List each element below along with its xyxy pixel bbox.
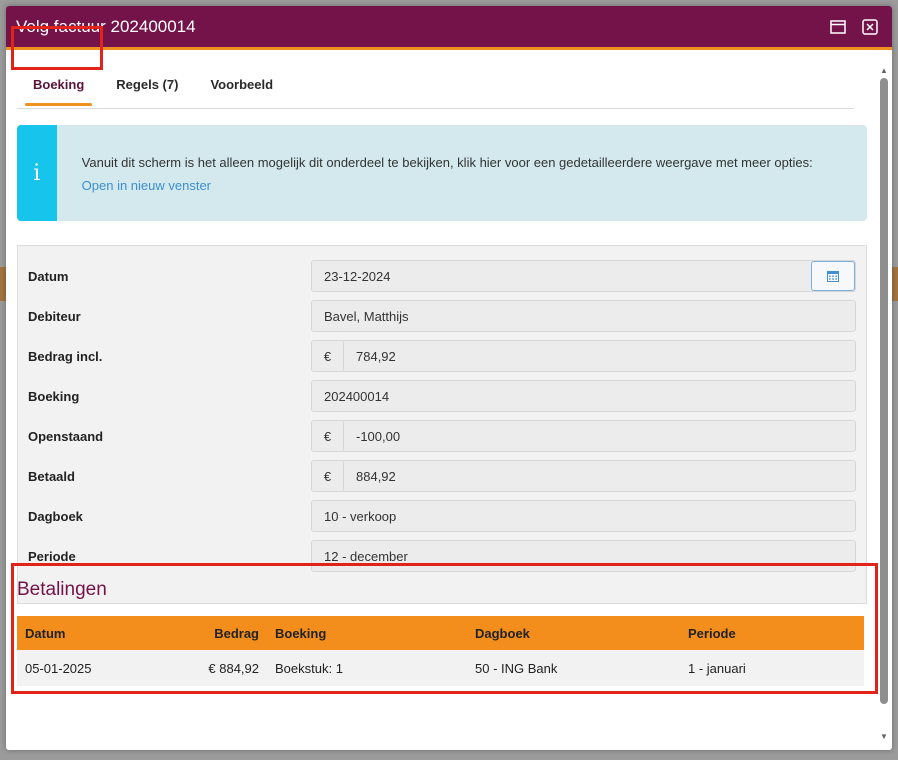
debiteur-label: Debiteur <box>28 308 81 324</box>
row-boeking: Boeking 202400014 <box>28 376 856 416</box>
openstaand-label: Openstaand <box>28 428 104 444</box>
bedrag-label: Bedrag incl. <box>28 348 103 364</box>
currency-addon: € <box>312 421 344 451</box>
periode-value: 12 - december <box>324 548 408 564</box>
bedrag-field[interactable]: €784,92 <box>311 340 856 372</box>
periode-label: Periode <box>28 548 76 564</box>
row-datum: Datum 23-12-2024 <box>28 256 856 296</box>
calendar-button[interactable] <box>811 261 855 291</box>
currency-addon: € <box>312 461 344 491</box>
row-dagboek: Dagboek 10 - verkoop <box>28 496 856 536</box>
debiteur-field[interactable]: Bavel, Matthijs <box>311 300 856 332</box>
table-row[interactable]: 05-01-2025 € 884,92 Boekstuk: 1 50 - ING… <box>17 650 864 686</box>
close-icon <box>862 18 878 35</box>
dagboek-field[interactable]: 10 - verkoop <box>311 500 856 532</box>
payments-table: Datum Bedrag Boeking Dagboek Periode 05-… <box>17 616 864 686</box>
debiteur-value: Bavel, Matthijs <box>324 308 409 324</box>
dagboek-label: Dagboek <box>28 508 83 524</box>
datum-field[interactable]: 23-12-2024 <box>311 260 856 292</box>
payments-header-row: Datum Bedrag Boeking Dagboek Periode <box>17 616 864 650</box>
tab-voorbeeld[interactable]: Voorbeeld <box>194 69 289 108</box>
booking-form: Datum 23-12-2024 Debiteur Bavel, Matthij… <box>17 245 867 604</box>
payments-section: Betalingen Datum Bedrag Boeking Dagboek … <box>6 566 876 686</box>
invoice-modal: Volg factuur 202400014 Boeking Regels (7… <box>6 6 892 750</box>
openstaand-value: -100,00 <box>356 428 401 444</box>
maximize-icon <box>830 19 846 34</box>
scroll-up-icon[interactable]: ▲ <box>878 66 890 76</box>
info-text: Vanuit dit scherm is het alleen mogelijk… <box>81 155 813 170</box>
info-alert: i Vanuit dit scherm is het alleen mogeli… <box>17 125 867 221</box>
tab-regels[interactable]: Regels (7) <box>100 69 194 108</box>
boeking-field[interactable]: 202400014 <box>311 380 856 412</box>
calendar-icon <box>827 271 839 282</box>
tab-bar: Boeking Regels (7) Voorbeeld <box>17 69 854 109</box>
col-boeking: Boeking <box>267 616 467 650</box>
tab-boeking[interactable]: Boeking <box>17 69 100 108</box>
boeking-value: 202400014 <box>324 388 390 404</box>
open-new-window-link[interactable]: Open in nieuw venster <box>82 178 211 193</box>
row-betaald: Betaald €884,92 <box>28 456 856 496</box>
datum-value: 23-12-2024 <box>324 268 391 284</box>
boeking-label: Boeking <box>28 388 80 404</box>
col-periode: Periode <box>680 616 864 650</box>
col-dagboek: Dagboek <box>467 616 680 650</box>
scrollbar[interactable]: ▲ ▼ <box>878 66 890 742</box>
cell-boeking: Boekstuk: 1 <box>267 650 467 686</box>
scroll-down-icon[interactable]: ▼ <box>878 732 890 742</box>
row-bedrag: Bedrag incl. €784,92 <box>28 336 856 376</box>
betaald-label: Betaald <box>28 468 75 484</box>
col-datum: Datum <box>17 616 117 650</box>
cell-bedrag: € 884,92 <box>117 650 267 686</box>
cell-dagboek: 50 - ING Bank <box>467 650 680 686</box>
datum-label: Datum <box>28 268 69 284</box>
row-debiteur: Debiteur Bavel, Matthijs <box>28 296 856 336</box>
currency-addon: € <box>312 341 344 371</box>
dagboek-value: 10 - verkoop <box>324 508 397 524</box>
cell-datum: 05-01-2025 <box>17 650 117 686</box>
betaald-value: 884,92 <box>356 468 396 484</box>
bedrag-value: 784,92 <box>356 348 396 364</box>
col-bedrag: Bedrag <box>117 616 267 650</box>
maximize-button[interactable] <box>828 17 848 37</box>
modal-title: Volg factuur 202400014 <box>16 16 196 36</box>
betaald-field[interactable]: €884,92 <box>311 460 856 492</box>
cell-periode: 1 - januari <box>680 650 864 686</box>
modal-header: Volg factuur 202400014 <box>6 6 892 50</box>
close-button[interactable] <box>860 17 880 37</box>
openstaand-field[interactable]: € -100,00 <box>311 420 856 452</box>
scrollbar-thumb[interactable] <box>880 78 888 704</box>
payments-title: Betalingen <box>17 579 107 600</box>
info-icon: i <box>17 125 57 221</box>
row-openstaand: Openstaand € -100,00 <box>28 416 856 456</box>
